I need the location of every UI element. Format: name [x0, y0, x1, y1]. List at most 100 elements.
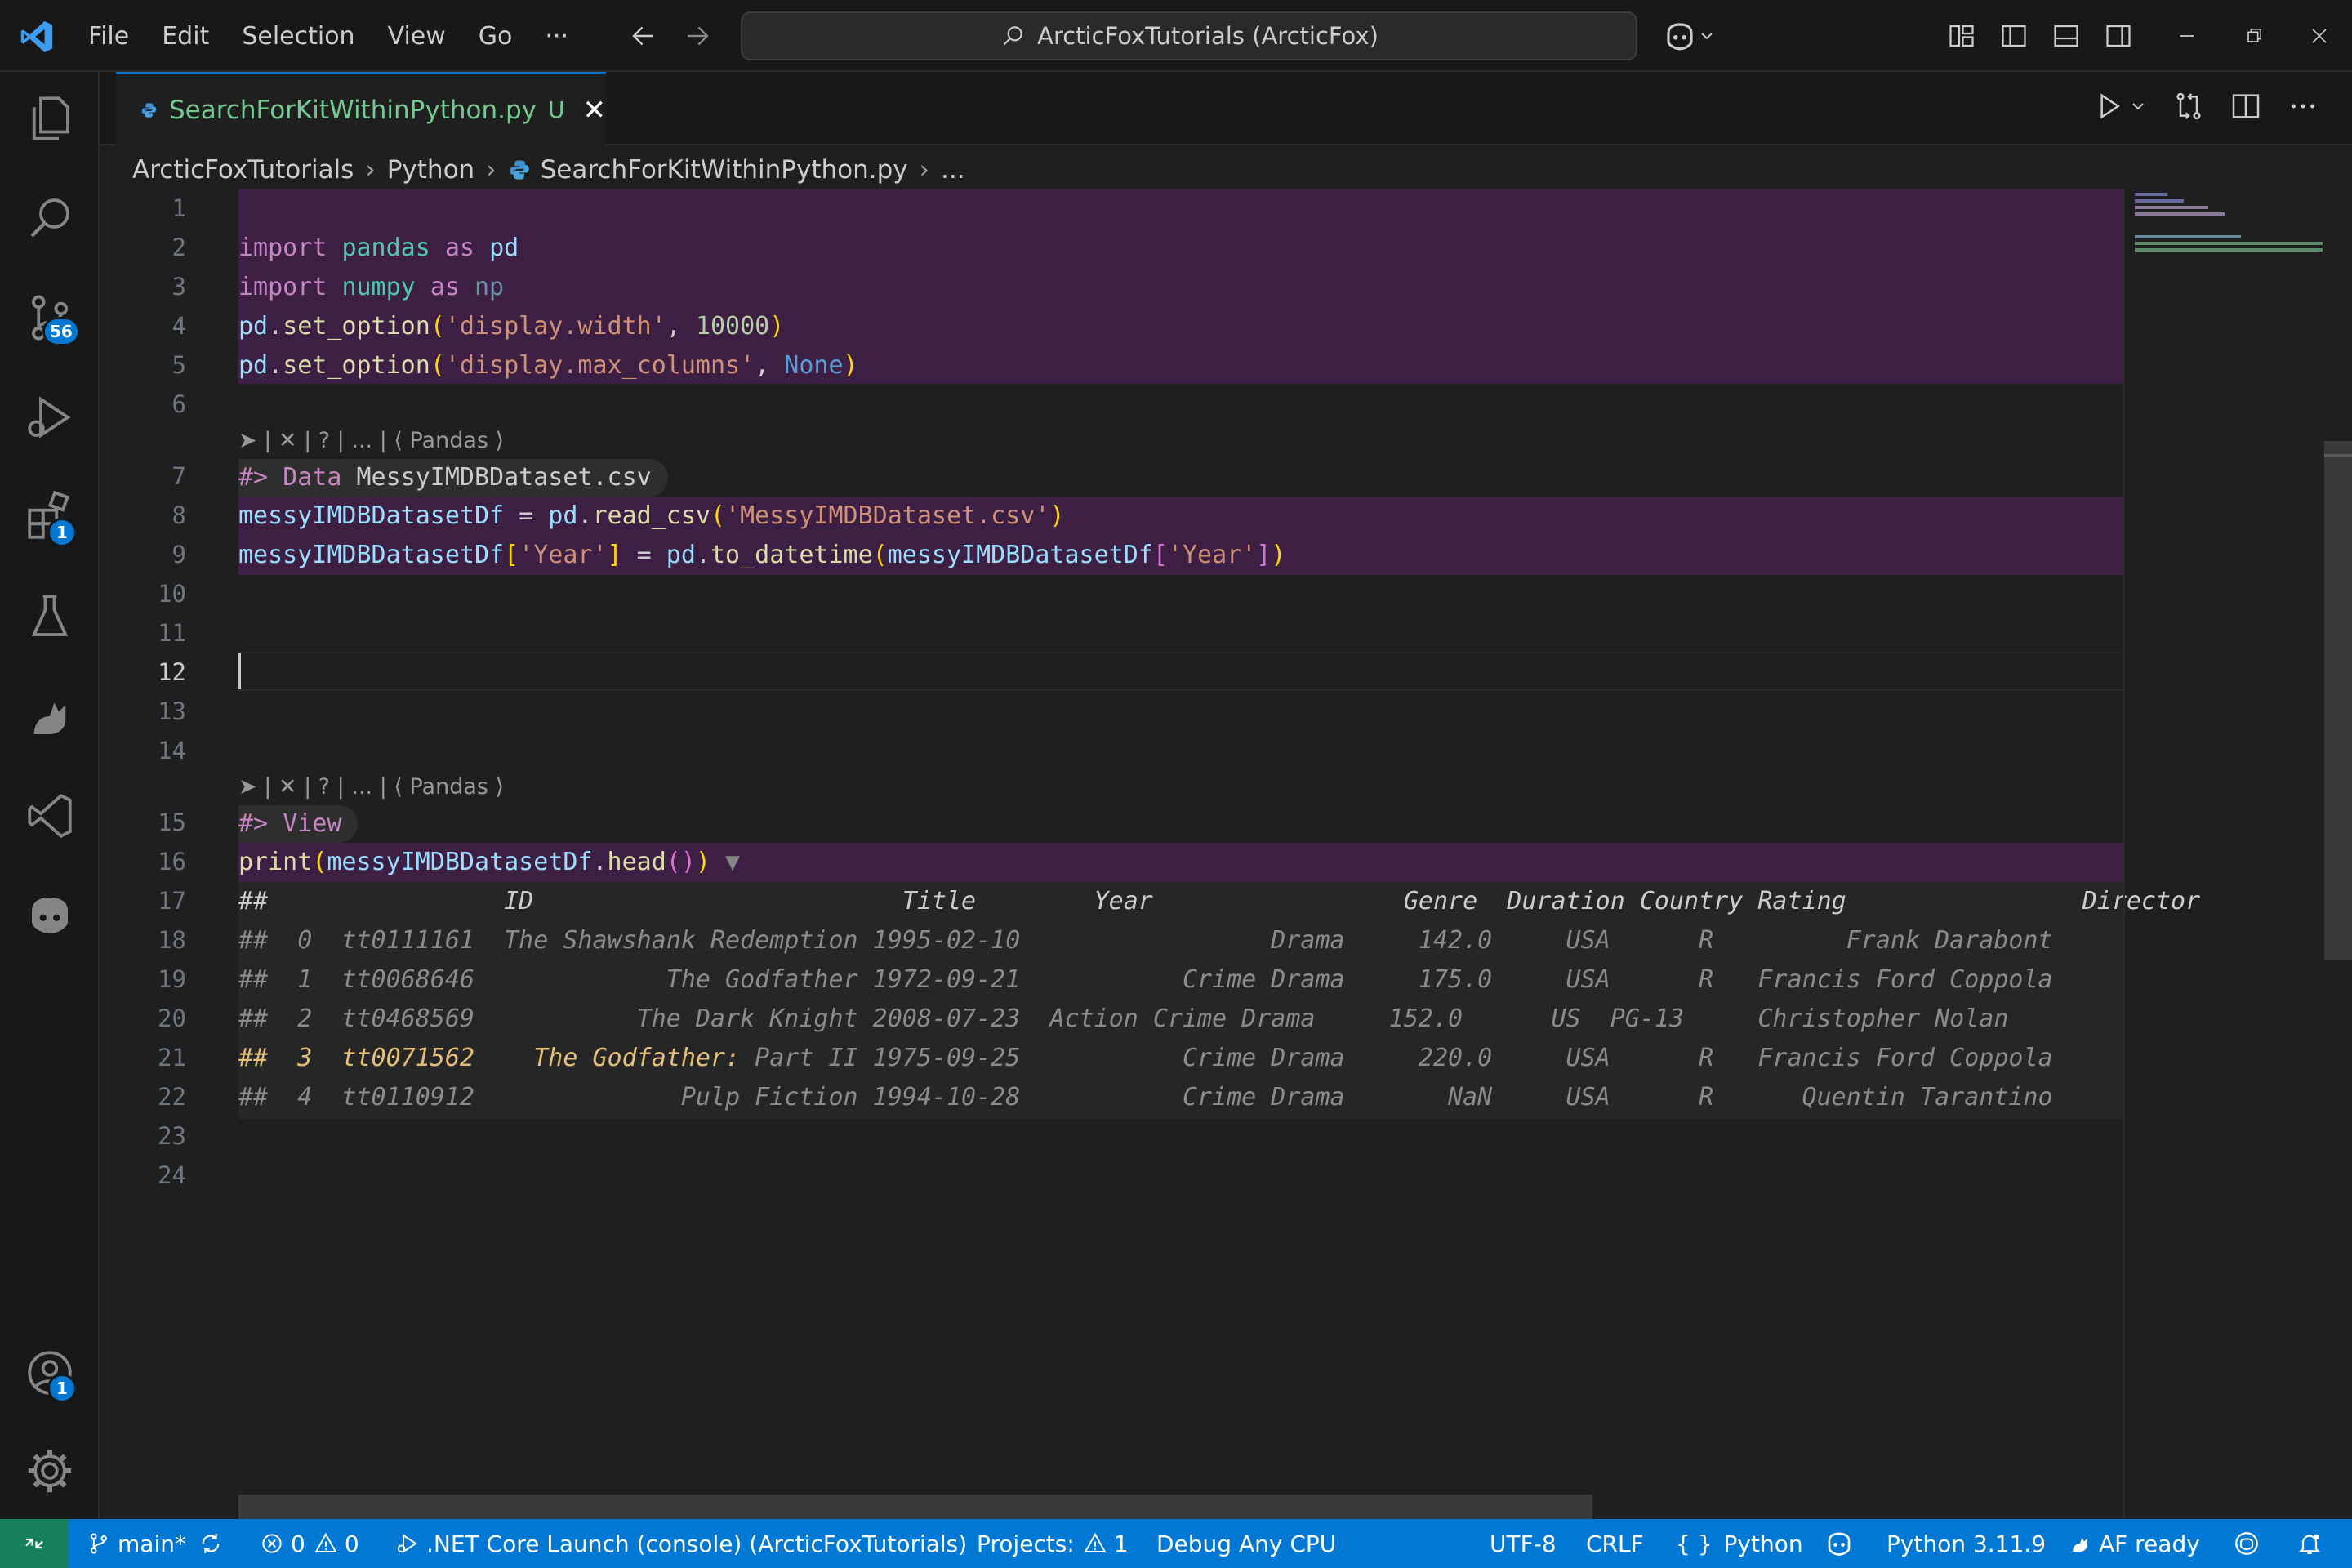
interpreter-label: Python 3.11.9 [1886, 1530, 2047, 1557]
debug-launch-icon [397, 1534, 417, 1553]
settings-gear-icon[interactable] [23, 1444, 77, 1498]
code-line: pd.set_option('display.max_columns', Non… [238, 351, 858, 380]
code-line: messyIMDBDatasetDf['Year'] = pd.to_datet… [238, 541, 1286, 569]
code-line: messyIMDBDatasetDf = pd.read_csv('MessyI… [238, 501, 1065, 530]
editor-tab-bar: SearchForKitWithinPython.py U ✕ [100, 72, 2352, 145]
copilot-chat-icon[interactable] [23, 889, 77, 942]
command-center-search[interactable]: ArcticFoxTutorials (ArcticFox) [741, 11, 1637, 60]
git-branch-icon [91, 1533, 108, 1554]
copilot-menu[interactable] [1663, 20, 1717, 52]
minimap[interactable] [2123, 189, 2329, 1521]
status-bar: main* 0 0 .NET Core Launch (console) (Ar… [0, 1519, 2352, 1568]
error-icon [262, 1534, 282, 1553]
code-line: pd.set_option('display.width', 10000) [238, 312, 785, 341]
cell-codelens[interactable]: ➤ | ✕ | ? | ... | ⟨ Pandas ⟩ [238, 771, 504, 804]
search-icon [1003, 26, 1022, 46]
extensions-item[interactable]: 1 [23, 490, 77, 547]
chevron-down-icon [1701, 33, 1713, 40]
error-count: 0 [291, 1530, 305, 1557]
run-debug-icon[interactable] [23, 390, 77, 444]
problems-status[interactable]: 0 0 [260, 1519, 359, 1568]
visual-studio-icon[interactable] [23, 789, 77, 843]
language-mode-status[interactable]: { } Python [1676, 1519, 1803, 1568]
vscode-logo-icon[interactable] [18, 18, 56, 56]
build-config-label: Debug Any CPU [1156, 1530, 1337, 1557]
testing-flask-icon[interactable] [23, 590, 77, 644]
arctic-fox-icon[interactable] [23, 689, 77, 743]
projects-warning-icon [1084, 1532, 1107, 1552]
vertical-scrollbar[interactable] [2324, 441, 2352, 960]
copilot-status[interactable] [1824, 1519, 1860, 1568]
line-number-active: 12 [158, 658, 186, 686]
warning-count: 0 [344, 1530, 359, 1557]
scrollbar-cursor-marker [2324, 454, 2352, 457]
notifications-status[interactable] [2296, 1519, 2329, 1568]
line-number: 8 [172, 501, 186, 529]
line-number: 2 [172, 234, 186, 261]
menu-view[interactable]: View [388, 22, 446, 51]
breadcrumb-root[interactable]: ArcticFoxTutorials [132, 155, 354, 185]
command-center-label: ArcticFoxTutorials (ArcticFox) [1037, 22, 1379, 50]
source-control-item[interactable]: 56 [23, 291, 80, 346]
copilot-badge-icon [2235, 1532, 2258, 1555]
customize-layout-icon[interactable] [1947, 21, 1976, 51]
menu-edit[interactable]: Edit [162, 22, 209, 51]
branch-status[interactable]: main* [87, 1519, 230, 1568]
line-number: 22 [158, 1083, 186, 1111]
breadcrumb-file[interactable]: SearchForKitWithinPython.py [541, 155, 908, 185]
encoding-status[interactable]: UTF-8 [1490, 1519, 1557, 1568]
remote-icon [25, 1538, 43, 1549]
accounts-item[interactable]: 1 [23, 1346, 77, 1403]
tab-searchforkit[interactable]: SearchForKitWithinPython.py U ✕ [116, 72, 606, 145]
line-number: 6 [172, 390, 186, 418]
tab-close-button[interactable]: ✕ [583, 94, 607, 127]
remote-indicator[interactable] [0, 1519, 69, 1568]
menu-more[interactable]: ··· [545, 22, 568, 51]
output-row: ## 4 tt0110912 Pulp Fiction 1994-10-28 C… [238, 1083, 2053, 1111]
run-python-file-icon[interactable] [2092, 90, 2125, 122]
output-row: ## 2 tt0468569 The Dark Knight 2008-07-2… [238, 1004, 2009, 1033]
arcticfox-status[interactable]: AF ready [2068, 1519, 2200, 1568]
line-number: 1 [172, 194, 186, 222]
forward-arrow-icon[interactable] [683, 21, 712, 51]
code-editor[interactable]: 1 2 3 4 5 6 7 8 9 10 11 12 13 14 15 16 1… [100, 189, 2200, 1521]
title-bar: File Edit Selection View Go ··· ArcticFo… [0, 0, 2352, 72]
toggle-primary-sidebar-icon[interactable] [1999, 21, 2029, 51]
sync-icon[interactable] [198, 1530, 224, 1557]
split-editor-icon[interactable] [2230, 90, 2262, 122]
build-config-status[interactable]: Debug Any CPU [1156, 1519, 1336, 1568]
projects-status[interactable]: Projects: 1 [977, 1519, 1129, 1568]
source-control-badge: 56 [42, 317, 80, 346]
toggle-secondary-sidebar-icon[interactable] [2104, 21, 2133, 51]
line-number: 19 [158, 965, 186, 993]
breadcrumb-folder[interactable]: Python [387, 155, 474, 185]
menu-selection[interactable]: Selection [242, 22, 354, 51]
horizontal-scrollbar[interactable] [238, 1494, 1592, 1519]
more-actions-icon[interactable] [2287, 90, 2319, 122]
menu-go[interactable]: Go [479, 22, 513, 51]
back-arrow-icon[interactable] [629, 21, 658, 51]
launch-config-status[interactable]: .NET Core Launch (console) (ArcticFoxTut… [395, 1519, 967, 1568]
python-file-icon [141, 102, 157, 118]
fold-arrow-icon[interactable]: ▼ [725, 848, 740, 876]
untracked-indicator: U [548, 96, 565, 123]
tab-filename: SearchForKitWithinPython.py [168, 95, 537, 125]
open-changes-icon[interactable] [2172, 90, 2205, 122]
python-interpreter-status[interactable]: Python 3.11.9 [1886, 1519, 2046, 1568]
search-view-icon[interactable] [23, 191, 77, 245]
toggle-panel-icon[interactable] [2051, 21, 2081, 51]
minimize-icon[interactable] [2176, 24, 2198, 47]
copilot-menu-status[interactable] [2233, 1519, 2267, 1568]
breadcrumb-symbols[interactable]: ... [941, 155, 965, 185]
output-row: ## 3 tt0071562 The Godfather: Part II 19… [238, 1044, 2053, 1072]
cell-codelens[interactable]: ➤ | ✕ | ? | ... | ⟨ Pandas ⟩ [238, 425, 504, 457]
eol-status[interactable]: CRLF [1586, 1519, 1644, 1568]
line-number: 24 [158, 1161, 186, 1189]
close-window-icon[interactable] [2308, 24, 2331, 47]
explorer-icon[interactable] [23, 91, 77, 145]
run-dropdown-chevron-icon[interactable] [2128, 96, 2148, 116]
restore-icon[interactable] [2243, 24, 2265, 47]
code-line: print(messyIMDBDatasetDf.head()) ▼ [238, 848, 741, 876]
menu-file[interactable]: File [88, 22, 129, 51]
line-number: 14 [158, 737, 186, 764]
